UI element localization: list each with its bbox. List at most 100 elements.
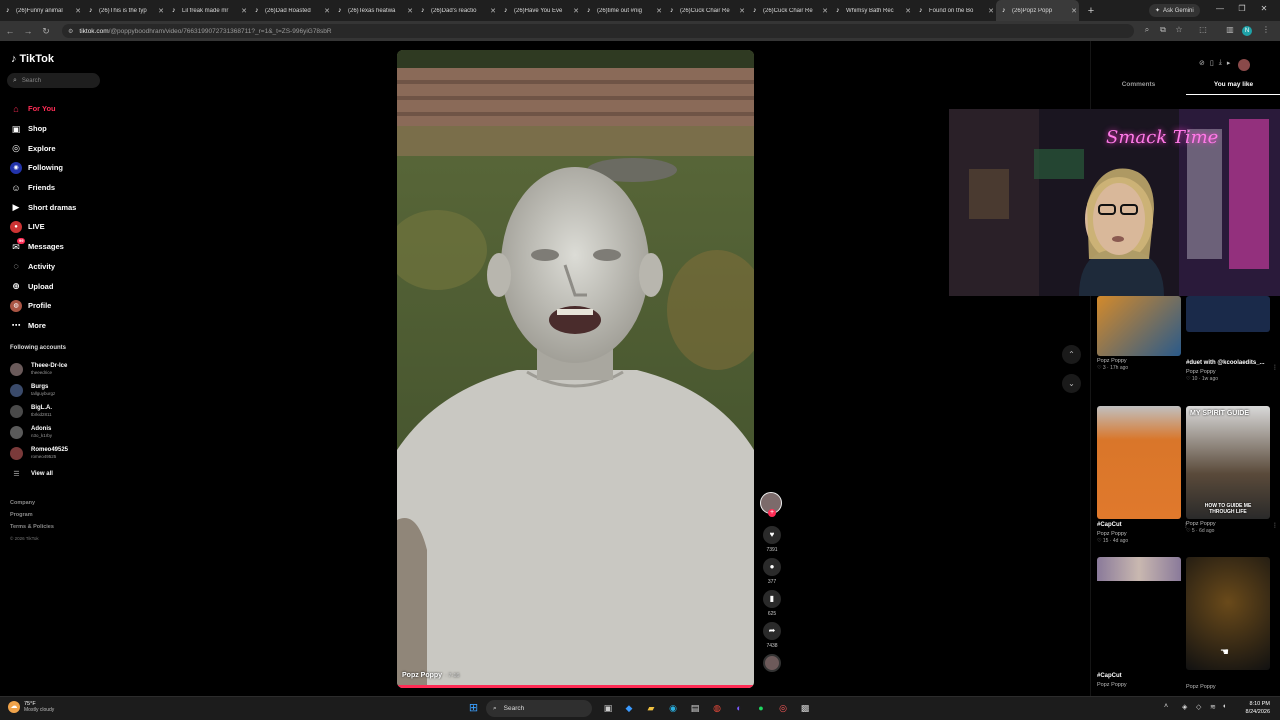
reload-icon[interactable]: ↻ (38, 26, 54, 37)
device-icon[interactable]: ▯ (1210, 59, 1214, 71)
view-all-link[interactable]: ☰ View all (10, 464, 68, 484)
nav-item[interactable]: ◉ Following (10, 158, 76, 178)
browser-tab[interactable]: ♪ Found on the Bo ✕ (913, 0, 996, 21)
comment-icon[interactable]: ● (763, 558, 781, 576)
edge-icon[interactable]: ◉ (666, 701, 680, 715)
recommended-video-card[interactable]: #CapCut Popz Poppy ♡ 15 · 4d ago ⋮ (1097, 406, 1189, 544)
app-icon[interactable]: ▩ (798, 701, 812, 715)
close-window-icon[interactable]: ✕ (1258, 4, 1270, 13)
nav-item[interactable]: ⋯ More (10, 316, 76, 336)
tray-chevron-icon[interactable]: ˄ (1164, 703, 1168, 710)
tab-close-icon[interactable]: ✕ (903, 7, 913, 15)
copilot-icon[interactable]: ◆ (622, 701, 636, 715)
user-avatar[interactable] (1238, 59, 1251, 71)
tab-close-icon[interactable]: ✕ (488, 7, 498, 15)
recommended-video-card[interactable]: #duet with @kcoolaedits_... Popz Poppy ♡… (1186, 296, 1278, 382)
tab-close-icon[interactable]: ✕ (156, 7, 166, 15)
following-account[interactable]: Theee-Dr-Ice theeedrice (10, 359, 68, 380)
discord-icon[interactable]: ◐ (732, 701, 746, 715)
browser-tab[interactable]: ♪ (26)Dad's reactio ✕ (415, 0, 498, 21)
back-icon[interactable]: ← (2, 26, 18, 36)
bookmark-star-icon[interactable]: ☆ (1173, 25, 1185, 34)
file-explorer-icon[interactable]: ▰ (644, 701, 658, 715)
weather-widget[interactable]: ☁ 75°F Mostly cloudy (8, 701, 54, 713)
video-author[interactable]: Popz Poppy (402, 672, 442, 679)
minimize-icon[interactable]: — (1214, 4, 1226, 13)
taskbar-search[interactable]: ⌕ Search (486, 700, 592, 717)
footer-company-link[interactable]: Company (10, 497, 54, 509)
tab-close-icon[interactable]: ✕ (571, 7, 581, 15)
footer-terms-link[interactable]: Terms & Policies (10, 521, 54, 533)
browser-tab[interactable]: ♪ (26)Cuck Chair Re ✕ (664, 0, 747, 21)
more-options-icon[interactable]: ⋮ (1272, 364, 1278, 371)
tab-close-icon[interactable]: ✕ (820, 7, 830, 15)
creator-avatar[interactable]: + (760, 492, 782, 517)
following-account[interactable]: BigL.A. tbrkid2811 (10, 401, 68, 422)
following-account[interactable]: Romeo49525 romeo49525 (10, 443, 68, 464)
extensions-icon[interactable]: ⬚ (1197, 25, 1209, 34)
clock[interactable]: 8:10 PM 8/24/2026 (1234, 700, 1270, 716)
address-bar[interactable]: ⚙ tiktok.com /@poppyboodhram/video/76631… (62, 24, 1134, 38)
browser-tab[interactable]: ♪ (26)Popz Popp ✕ (996, 0, 1079, 21)
tab-comments[interactable]: Comments (1091, 81, 1186, 95)
heart-icon[interactable]: ♥ (763, 526, 781, 544)
tab-close-icon[interactable]: ✕ (239, 7, 249, 15)
browser-tab[interactable]: ♪ (26)time out #nig ✕ (581, 0, 664, 21)
search-input[interactable]: ⌕ Search (7, 73, 100, 88)
save-action[interactable]: ▮ 625 (760, 590, 784, 617)
nav-item[interactable]: ▶ Short dramas (10, 197, 77, 217)
new-tab-button[interactable]: + (1083, 5, 1099, 17)
tab-close-icon[interactable]: ✕ (654, 7, 664, 15)
browser-profile-avatar[interactable]: N (1242, 26, 1252, 36)
tray-app-icon[interactable]: ◇ (1196, 703, 1201, 711)
windows-start-icon[interactable]: ⊞ (467, 702, 480, 715)
nav-item[interactable]: ☺ Friends (10, 178, 76, 198)
ask-gemini-button[interactable]: ✦ Ask Gemini (1149, 4, 1200, 17)
obs-icon[interactable]: ◎ (776, 701, 790, 715)
nav-item[interactable]: ▣ Shop (10, 119, 76, 139)
create-effect-icon[interactable]: ⊘ (1199, 59, 1205, 71)
restore-icon[interactable]: ❐ (1236, 4, 1248, 13)
recommended-video-card[interactable]: #CapCut Popz Poppy (1097, 557, 1181, 688)
browser-tab[interactable]: ♪ (26)Funny animal ✕ (0, 0, 83, 21)
video-player[interactable]: Popz Poppy · 7-16 (397, 50, 754, 688)
previous-video-chevron-up-icon[interactable]: ⌃ (1062, 345, 1081, 364)
nav-item[interactable]: ● LIVE (10, 217, 76, 237)
store-icon[interactable]: ▤ (688, 701, 702, 715)
nav-item[interactable]: ⊕ Upload (10, 276, 76, 296)
install-app-icon[interactable]: ⧉ (1157, 25, 1169, 35)
tab-you-may-like[interactable]: You may like (1186, 81, 1280, 95)
forward-icon[interactable]: → (20, 26, 36, 36)
tab-close-icon[interactable]: ✕ (73, 7, 83, 15)
more-options-icon[interactable]: ⋮ (1272, 522, 1278, 529)
spotify-icon[interactable]: ● (754, 701, 768, 715)
browser-tab[interactable]: ♪ (26)Cuck Chair Re ✕ (747, 0, 830, 21)
volume-icon[interactable]: ◖ (1222, 703, 1226, 710)
comment-action[interactable]: ● 377 (760, 558, 784, 585)
nav-item[interactable]: ◌ Activity (10, 257, 76, 277)
nav-item[interactable]: ⌂ For You (10, 99, 76, 119)
nav-item[interactable]: ◍ Profile (10, 296, 76, 316)
browser-tab[interactable]: ♪ Whimsy Bath Rec ✕ (830, 0, 913, 21)
like-action[interactable]: ♥ 7391 (760, 526, 784, 553)
share-icon[interactable]: ➦ (763, 622, 781, 640)
video-progress-bar[interactable] (397, 685, 754, 688)
browser-tab[interactable]: ♪ (26)Have You Eve ✕ (498, 0, 581, 21)
following-account[interactable]: Burgs tallguyburgz (10, 380, 68, 401)
tab-close-icon[interactable]: ✕ (986, 7, 996, 15)
share-action[interactable]: ➦ 7438 (760, 622, 784, 649)
nav-item[interactable]: ◎ Explore (10, 138, 76, 158)
recommended-video-card[interactable]: Popz Poppy ♡ 3 · 17h ago (1097, 296, 1181, 371)
tab-close-icon[interactable]: ✕ (322, 7, 332, 15)
tiktok-logo[interactable]: ♪ TikTok (11, 53, 54, 65)
notification-icon[interactable]: ▸ (1227, 59, 1231, 71)
tray-app-icon[interactable]: ◈ (1182, 703, 1187, 711)
site-info-icon[interactable]: ⚙ (68, 28, 73, 35)
nav-item[interactable]: ✉ 99 Messages (10, 237, 76, 257)
following-account[interactable]: Adonis n3o_k1rby (10, 422, 68, 443)
tab-close-icon[interactable]: ✕ (405, 7, 415, 15)
chrome-icon[interactable]: ◍ (710, 701, 724, 715)
browser-tab[interactable]: ♪ (26)Dad Roasted ✕ (249, 0, 332, 21)
wifi-icon[interactable]: ≋ (1210, 703, 1216, 711)
follow-plus-icon[interactable]: + (768, 509, 776, 517)
